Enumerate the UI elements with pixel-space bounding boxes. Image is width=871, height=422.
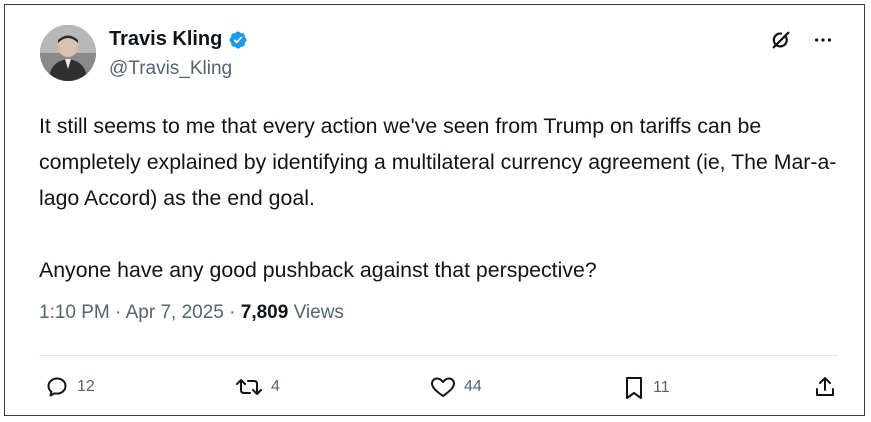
reply-count: 12 bbox=[77, 378, 95, 395]
meta-separator: · bbox=[109, 302, 126, 323]
reply-icon bbox=[45, 375, 69, 399]
bookmark-button[interactable]: 11 bbox=[623, 375, 670, 401]
avatar[interactable] bbox=[40, 25, 96, 81]
tweet-text: It still seems to me that every action w… bbox=[39, 108, 839, 288]
share-button[interactable] bbox=[813, 375, 837, 399]
tweet-paragraph: Anyone have any good pushback against th… bbox=[39, 258, 597, 282]
grok-icon[interactable] bbox=[770, 29, 792, 51]
more-icon[interactable] bbox=[812, 29, 834, 51]
repost-icon bbox=[235, 375, 263, 399]
views-count: 7,809 bbox=[240, 302, 289, 323]
top-actions bbox=[770, 29, 834, 51]
author-handle[interactable]: @Travis_Kling bbox=[109, 58, 232, 80]
tweet-paragraph: It still seems to me that every action w… bbox=[39, 114, 837, 210]
divider bbox=[39, 355, 838, 356]
share-icon bbox=[813, 375, 837, 399]
like-button[interactable]: 44 bbox=[430, 375, 482, 399]
bookmark-count: 11 bbox=[653, 379, 670, 396]
repost-button[interactable]: 4 bbox=[235, 375, 280, 399]
author-name[interactable]: Travis Kling bbox=[109, 28, 222, 51]
tweet-card: Travis Kling @Travis_Kling It still seem… bbox=[4, 4, 865, 416]
tweet-meta: 1:10 PM · Apr 7, 2025 · 7,809 Views bbox=[39, 302, 344, 324]
views-label: Views bbox=[288, 302, 344, 323]
verified-badge-icon bbox=[228, 30, 248, 50]
action-bar: 12 4 44 11 bbox=[45, 375, 845, 403]
repost-count: 4 bbox=[271, 378, 280, 395]
tweet-time[interactable]: 1:10 PM bbox=[39, 302, 110, 323]
tweet-date[interactable]: Apr 7, 2025 bbox=[126, 302, 224, 323]
meta-separator: · bbox=[223, 302, 241, 323]
reply-button[interactable]: 12 bbox=[45, 375, 95, 399]
bookmark-icon bbox=[623, 375, 645, 401]
like-icon bbox=[430, 375, 456, 399]
like-count: 44 bbox=[464, 378, 482, 395]
author-name-row[interactable]: Travis Kling bbox=[109, 28, 248, 51]
